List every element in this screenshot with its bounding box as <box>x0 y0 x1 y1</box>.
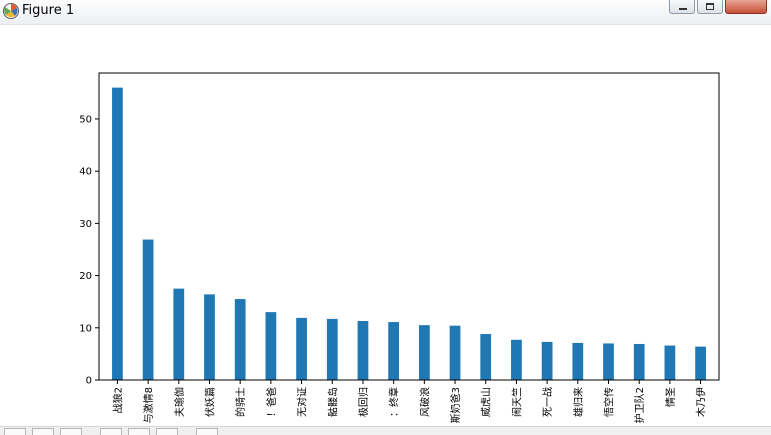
x-tick-label: 雄归来 <box>572 387 585 417</box>
x-tick-label: 的骑士 <box>234 387 247 417</box>
y-tick-label: 20 <box>79 271 92 282</box>
y-tick-label: 10 <box>79 323 92 334</box>
matplotlib-logo-icon <box>3 3 19 19</box>
bar <box>633 343 645 380</box>
y-tick-label: 0 <box>86 376 92 387</box>
x-tick-label: 木乃伊 <box>696 387 708 417</box>
bar <box>664 345 676 380</box>
x-tick-label: ！爸爸 <box>265 387 278 417</box>
bar <box>112 87 123 380</box>
maximize-icon <box>706 3 714 10</box>
title-bar: Figure 1 <box>0 0 771 25</box>
bar <box>418 325 430 380</box>
y-tick-label: 40 <box>79 167 92 178</box>
bar <box>541 341 553 380</box>
x-tick-label: 与激情8 <box>142 387 155 423</box>
bar <box>603 343 614 380</box>
bar <box>142 239 154 380</box>
x-tick-label: ：终章 <box>388 387 401 417</box>
y-tick-label: 30 <box>79 219 92 230</box>
figure-canvas[interactable]: 0 10 20 30 40 50 战狼2 与激情8 夫瑜伽 伏妖篇 的骑士 ！爸爸 无对证 骷髅岛 极回归… <box>0 25 771 426</box>
bar <box>572 342 584 380</box>
bar-chart: 0 10 20 30 40 50 战狼2 与激情8 夫瑜伽 伏妖篇 的骑士 ！爸爸 无对证 骷髅岛 极回归… <box>79 72 720 423</box>
window-controls <box>669 0 767 14</box>
bar <box>511 339 522 380</box>
y-axis: 0 10 20 30 40 50 <box>79 114 99 387</box>
bar <box>357 321 369 380</box>
axes-frame <box>98 72 720 381</box>
x-tick-label: 死一战 <box>542 387 554 417</box>
bar <box>234 299 246 380</box>
x-tick-label: 无对证 <box>296 387 309 417</box>
minimize-button[interactable] <box>669 0 695 14</box>
x-tick-label: 威虎山 <box>480 387 493 417</box>
bar <box>449 325 461 380</box>
bar <box>326 318 338 380</box>
x-axis: 战狼2 与激情8 夫瑜伽 伏妖篇 的骑士 ！爸爸 无对证 骷髅岛 极回归 ：终章 风破浪 斯奶爸3 威虎… <box>111 380 708 423</box>
x-tick-label: 闹天竺 <box>510 387 523 417</box>
close-button[interactable] <box>725 0 767 14</box>
x-tick-label: 悟空传 <box>603 387 616 417</box>
x-tick-label: 护卫队2 <box>633 387 646 423</box>
x-tick-label: 夫瑜伽 <box>173 387 186 417</box>
x-tick-label: 斯奶爸3 <box>449 387 462 423</box>
x-tick-label: 伏妖篇 <box>203 387 216 417</box>
x-tick-label: 骷髅岛 <box>326 387 339 417</box>
x-tick-label: 战狼2 <box>111 387 124 413</box>
bars <box>112 87 706 380</box>
x-tick-label: 风破浪 <box>418 387 431 417</box>
minimize-icon <box>679 8 687 10</box>
bar <box>204 294 215 380</box>
bar <box>695 346 706 380</box>
bar <box>480 334 492 380</box>
x-tick-label: 情圣 <box>664 387 677 407</box>
x-tick-label: 极回归 <box>357 387 370 417</box>
bar <box>296 317 307 380</box>
bar <box>265 312 277 380</box>
maximize-button[interactable] <box>697 0 723 14</box>
y-tick-label: 50 <box>79 114 92 125</box>
window-title: Figure 1 <box>22 3 75 18</box>
bar <box>173 288 185 380</box>
bar <box>388 322 400 380</box>
